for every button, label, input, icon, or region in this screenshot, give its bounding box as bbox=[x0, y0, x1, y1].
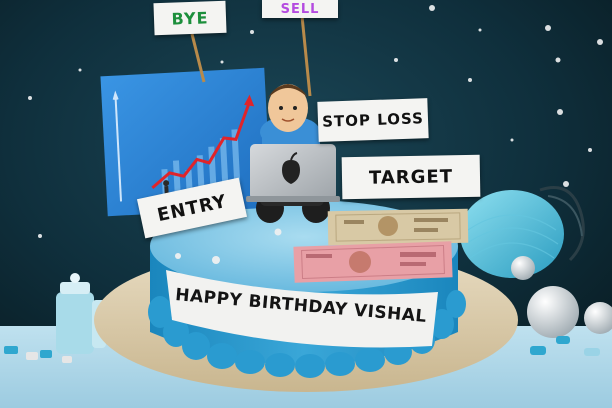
decor-silver-ball bbox=[527, 286, 579, 338]
decor-silver-ball bbox=[511, 256, 535, 280]
sign-bye: BYE bbox=[153, 0, 227, 36]
currency-note-pink bbox=[293, 241, 453, 283]
birthday-cake-photo: BYE SELL STOP LOSS TARGET ENTRY HAPPY BI… bbox=[0, 0, 612, 408]
sign-target: TARGET bbox=[341, 154, 481, 200]
sign-sell-text: SELL bbox=[280, 1, 320, 17]
sign-target-text: TARGET bbox=[368, 165, 454, 189]
scene-background bbox=[0, 0, 612, 408]
sign-stop-loss: STOP LOSS bbox=[317, 98, 429, 142]
sign-entry-text: ENTRY bbox=[155, 190, 229, 226]
sign-sell: SELL bbox=[262, 0, 338, 18]
cake-message-text: HAPPY BIRTHDAY VISHAL bbox=[174, 285, 428, 327]
sign-stop-loss-text: STOP LOSS bbox=[321, 109, 425, 131]
currency-note-beige bbox=[327, 208, 469, 246]
laptop-topper bbox=[246, 144, 340, 202]
sign-bye-text: BYE bbox=[171, 7, 209, 29]
